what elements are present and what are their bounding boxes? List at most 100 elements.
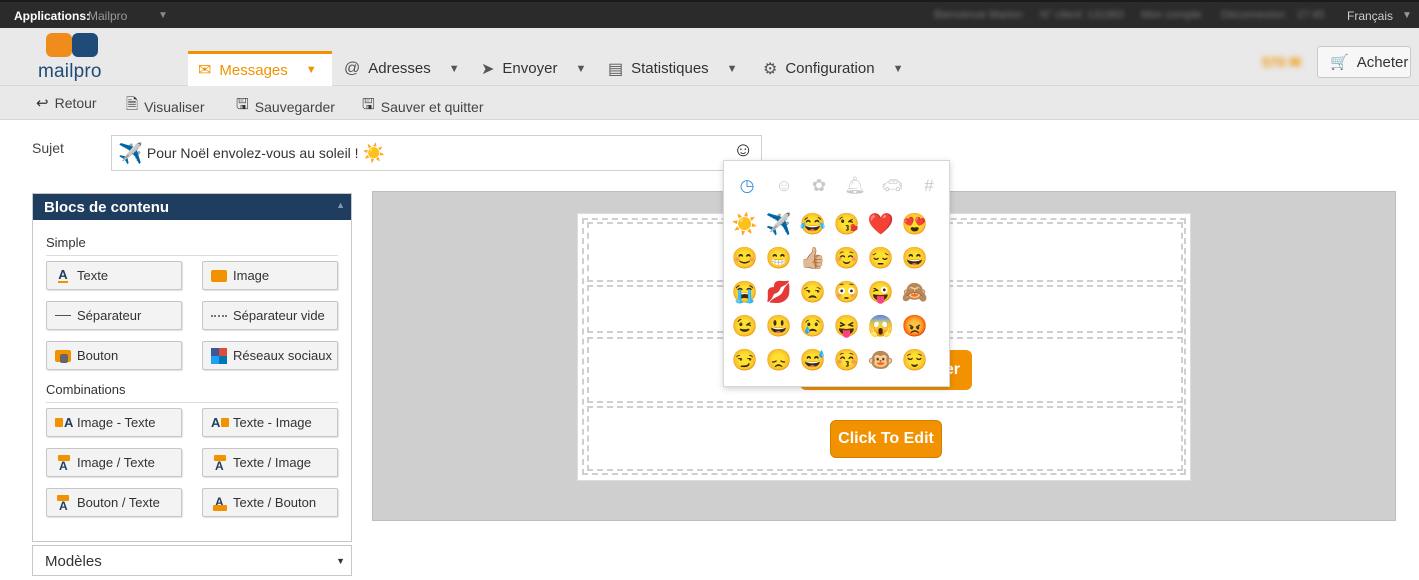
emoji[interactable]: 😱 bbox=[866, 312, 896, 342]
save-button[interactable]: 🖫 Sauvegarder bbox=[236, 94, 335, 119]
block-image-texte[interactable]: A Image - Texte bbox=[46, 408, 182, 437]
emoji[interactable]: 😉 bbox=[730, 312, 760, 342]
emoji[interactable]: 😅 bbox=[798, 346, 828, 376]
logout-link[interactable]: Déconnexion bbox=[1221, 9, 1285, 21]
clock-icon[interactable]: ◷ bbox=[736, 175, 758, 197]
emoji[interactable]: 😘 bbox=[832, 210, 862, 240]
block-label: Réseaux sociaux bbox=[233, 348, 332, 363]
emoji[interactable]: 😊 bbox=[730, 244, 760, 274]
car-icon[interactable]: 🚗︎ bbox=[881, 175, 903, 197]
emoji[interactable]: 😭 bbox=[730, 278, 760, 308]
reply-arrow-icon: ↩ bbox=[36, 95, 49, 112]
tab-adresses[interactable]: @ Adresses ▼ bbox=[344, 51, 460, 86]
emoji[interactable]: 😏 bbox=[730, 346, 760, 376]
emoji[interactable]: 😞 bbox=[764, 346, 794, 376]
emoji[interactable]: 😜 bbox=[866, 278, 896, 308]
emoji-picker-toggle[interactable]: ☺ bbox=[733, 139, 753, 162]
emoji[interactable]: 😳 bbox=[832, 278, 862, 308]
tab-configuration-label: Configuration bbox=[785, 60, 875, 77]
block-label: Séparateur bbox=[77, 308, 142, 323]
divider bbox=[46, 402, 338, 403]
envelope-icon: ✉ bbox=[198, 62, 212, 79]
preview-button[interactable]: 🗎 Visualiser bbox=[126, 94, 205, 119]
sun-emoji: ☀️ bbox=[362, 142, 385, 163]
chevron-down-icon[interactable]: ▼ bbox=[1402, 10, 1412, 21]
emoji[interactable]: 👍🏼 bbox=[798, 244, 828, 274]
emoji[interactable]: 😔 bbox=[866, 244, 896, 274]
emoji[interactable]: 💋 bbox=[764, 278, 794, 308]
block-separateur[interactable]: Séparateur bbox=[46, 301, 182, 330]
hash-icon[interactable]: # bbox=[918, 175, 940, 197]
subject-input[interactable]: ✈️ Pour Noël envolez-vous au soleil ! ☀️ bbox=[111, 135, 762, 171]
emoji[interactable]: 🐵 bbox=[866, 346, 896, 376]
back-button[interactable]: ↩ Retour bbox=[36, 94, 97, 112]
block-texte-bouton[interactable]: A Texte / Bouton bbox=[202, 488, 338, 517]
emoji[interactable]: 😂 bbox=[798, 210, 828, 240]
mailpro-logo[interactable]: mailpro bbox=[38, 31, 110, 83]
account-link[interactable]: Mon compte bbox=[1141, 9, 1202, 21]
emoji[interactable]: 😍 bbox=[900, 210, 930, 240]
emoji[interactable]: ☺️ bbox=[832, 244, 862, 274]
editor-toolbar: ↩ Retour 🗎 Visualiser 🖫 Sauvegarder 🖫 Sa… bbox=[0, 86, 1419, 120]
emoji[interactable]: 🙈 bbox=[900, 278, 930, 308]
emoji[interactable]: ✈️ bbox=[764, 210, 794, 240]
emoji[interactable]: 😁 bbox=[764, 244, 794, 274]
block-label: Texte bbox=[77, 268, 109, 283]
emoji[interactable]: 😚 bbox=[832, 346, 862, 376]
block-label: Bouton / Texte bbox=[77, 495, 160, 510]
floppy-disk-icon: 🖫 bbox=[236, 96, 249, 113]
block-bouton-texte[interactable]: A Bouton / Texte bbox=[46, 488, 182, 517]
block-texte-over-image[interactable]: A Texte / Image bbox=[202, 448, 338, 477]
emoji[interactable]: ❤️ bbox=[866, 210, 896, 240]
chevron-down-icon[interactable]: ▼ bbox=[336, 556, 345, 566]
buy-button-label: Acheter bbox=[1356, 53, 1409, 71]
buy-button[interactable]: 🛒 Acheter bbox=[1317, 46, 1411, 78]
models-dropdown[interactable]: Modèles ▼ bbox=[32, 545, 352, 576]
collapse-icon[interactable]: ▲ bbox=[336, 200, 345, 210]
block-label: Image / Texte bbox=[77, 455, 155, 470]
bell-icon[interactable]: 🔔︎ bbox=[844, 175, 866, 197]
smiley-icon[interactable]: ☺ bbox=[773, 175, 795, 197]
image-block-icon bbox=[211, 268, 227, 284]
applications-select[interactable]: Mailpro bbox=[88, 9, 127, 23]
emoji[interactable]: 😄 bbox=[900, 244, 930, 274]
panel-title: Blocs de contenu bbox=[44, 199, 170, 216]
block-image-over-texte[interactable]: A Image / Texte bbox=[46, 448, 182, 477]
block-separateur-vide[interactable]: Séparateur vide bbox=[202, 301, 338, 330]
tab-configuration[interactable]: ⚙ Configuration ▼ bbox=[763, 51, 903, 86]
click-to-edit-label: Click To Edit bbox=[838, 430, 934, 447]
tab-messages[interactable]: ✉ Messages ▼ bbox=[188, 51, 332, 86]
chevron-down-icon[interactable]: ▼ bbox=[449, 63, 460, 75]
block-image[interactable]: Image bbox=[202, 261, 338, 290]
chevron-down-icon[interactable]: ▼ bbox=[727, 63, 738, 75]
back-button-label: Retour bbox=[54, 95, 97, 111]
block-texte[interactable]: A Texte bbox=[46, 261, 182, 290]
emoji[interactable]: 😃 bbox=[764, 312, 794, 342]
chevron-down-icon[interactable]: ▼ bbox=[158, 10, 168, 21]
block-label: Texte / Bouton bbox=[233, 495, 317, 510]
block-bouton[interactable]: Bouton bbox=[46, 341, 182, 370]
emoji-picker: ◷ ☺ ✿ 🔔︎ 🚗︎ # ☀️ ✈️ 😂 😘 ❤️ 😍 😊 😁 👍🏼 ☺️ 😔… bbox=[723, 160, 950, 387]
chevron-down-icon[interactable]: ▼ bbox=[893, 63, 904, 75]
tab-statistiques[interactable]: ▤ Statistiques ▼ bbox=[608, 51, 738, 86]
welcome-text: Bienvenue Marion bbox=[934, 9, 1023, 21]
save-quit-button[interactable]: 🖫 Sauver et quitter bbox=[362, 94, 484, 119]
language-select[interactable]: Français bbox=[1347, 9, 1393, 23]
chevron-down-icon[interactable]: ▼ bbox=[575, 63, 586, 75]
click-to-edit-button[interactable]: Click To Edit bbox=[830, 420, 942, 458]
panel-header[interactable]: Blocs de contenu ▲ bbox=[33, 194, 351, 220]
flower-icon[interactable]: ✿ bbox=[808, 175, 830, 197]
block-texte-image[interactable]: A Texte - Image bbox=[202, 408, 338, 437]
tab-envoyer[interactable]: ➤ Envoyer ▼ bbox=[481, 51, 586, 86]
emoji[interactable]: 😝 bbox=[832, 312, 862, 342]
save-button-label: Sauvegarder bbox=[254, 98, 335, 115]
emoji[interactable]: 😢 bbox=[798, 312, 828, 342]
emoji[interactable]: ☀️ bbox=[730, 210, 760, 240]
emoji[interactable]: 😒 bbox=[798, 278, 828, 308]
block-label: Image bbox=[233, 268, 270, 283]
block-reseaux-sociaux[interactable]: Réseaux sociaux bbox=[202, 341, 338, 370]
emoji[interactable]: 😌 bbox=[900, 346, 930, 376]
emoji[interactable]: 😡 bbox=[900, 312, 930, 342]
tab-adresses-label: Adresses bbox=[368, 60, 431, 77]
chevron-down-icon[interactable]: ▼ bbox=[306, 64, 317, 76]
